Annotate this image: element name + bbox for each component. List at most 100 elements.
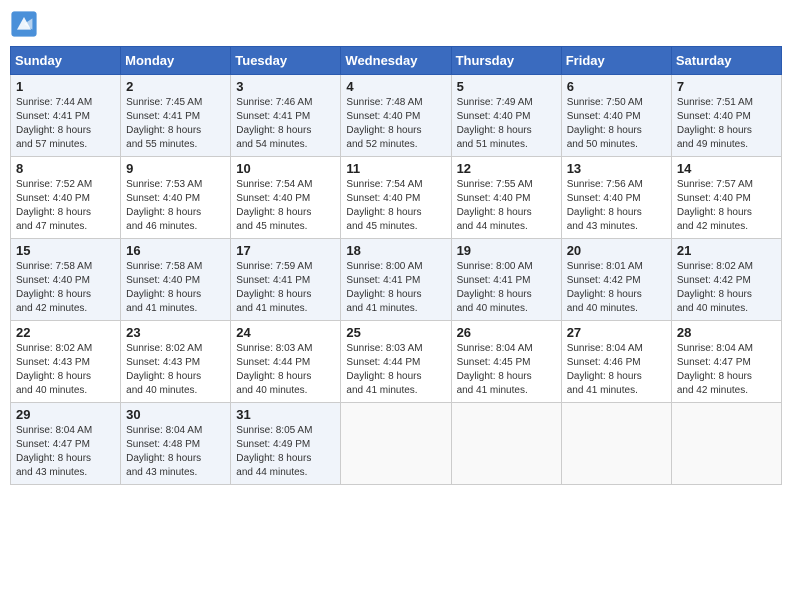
day-info: Sunrise: 8:04 AMSunset: 4:46 PMDaylight:… [567, 342, 666, 398]
day-number: 23 [126, 325, 225, 340]
day-number: 22 [16, 325, 115, 340]
page-header [10, 10, 782, 38]
day-number: 3 [236, 79, 335, 94]
day-info: Sunrise: 8:03 AMSunset: 4:44 PMDaylight:… [236, 342, 335, 398]
day-info: Sunrise: 7:54 AMSunset: 4:40 PMDaylight:… [346, 178, 445, 234]
day-number: 27 [567, 325, 666, 340]
day-info: Sunrise: 7:46 AMSunset: 4:41 PMDaylight:… [236, 96, 335, 152]
header-cell-monday: Monday [121, 47, 231, 75]
calendar-cell-5-2: 30Sunrise: 8:04 AMSunset: 4:48 PMDayligh… [121, 403, 231, 485]
calendar-cell-5-7 [671, 403, 781, 485]
day-number: 9 [126, 161, 225, 176]
calendar-cell-2-7: 14Sunrise: 7:57 AMSunset: 4:40 PMDayligh… [671, 157, 781, 239]
day-number: 31 [236, 407, 335, 422]
day-info: Sunrise: 8:00 AMSunset: 4:41 PMDaylight:… [457, 260, 556, 316]
calendar-cell-3-5: 19 Sunrise: 8:00 AMSunset: 4:41 PMDayligh… [451, 239, 561, 321]
calendar-cell-3-3: 17 Sunrise: 7:59 AMSunset: 4:41 PMDayligh… [231, 239, 341, 321]
day-number: 2 [126, 79, 225, 94]
calendar-cell-2-2: 9 Sunrise: 7:53 AMSunset: 4:40 PMDaylight… [121, 157, 231, 239]
calendar-cell-4-5: 26 Sunrise: 8:04 AMSunset: 4:45 PMDayligh… [451, 321, 561, 403]
calendar-cell-3-6: 20 Sunrise: 8:01 AMSunset: 4:42 PMDayligh… [561, 239, 671, 321]
calendar-cell-4-6: 27 Sunrise: 8:04 AMSunset: 4:46 PMDayligh… [561, 321, 671, 403]
day-info: Sunrise: 8:01 AMSunset: 4:42 PMDaylight:… [567, 260, 666, 316]
calendar-cell-4-3: 24 Sunrise: 8:03 AMSunset: 4:44 PMDayligh… [231, 321, 341, 403]
calendar-cell-3-7: 21 Sunrise: 8:02 AMSunset: 4:42 PMDayligh… [671, 239, 781, 321]
calendar-cell-1-7: 7Sunrise: 7:51 AMSunset: 4:40 PMDaylight… [671, 75, 781, 157]
calendar-cell-5-5 [451, 403, 561, 485]
day-info: Sunrise: 7:54 AMSunset: 4:40 PMDaylight:… [236, 178, 335, 234]
day-number: 21 [677, 243, 776, 258]
day-number: 26 [457, 325, 556, 340]
calendar-body: 1 Sunrise: 7:44 AMSunset: 4:41 PMDaylight… [11, 75, 782, 485]
calendar-week-row-1: 1 Sunrise: 7:44 AMSunset: 4:41 PMDaylight… [11, 75, 782, 157]
calendar-cell-2-1: 8 Sunrise: 7:52 AMSunset: 4:40 PMDaylight… [11, 157, 121, 239]
day-number: 28 [677, 325, 776, 340]
calendar-cell-5-1: 29 Sunrise: 8:04 AMSunset: 4:47 PMDayligh… [11, 403, 121, 485]
header-cell-thursday: Thursday [451, 47, 561, 75]
day-info: Sunrise: 7:56 AMSunset: 4:40 PMDaylight:… [567, 178, 666, 234]
calendar-cell-4-4: 25 Sunrise: 8:03 AMSunset: 4:44 PMDayligh… [341, 321, 451, 403]
day-info: Sunrise: 8:05 AMSunset: 4:49 PMDaylight:… [236, 424, 335, 480]
day-info: Sunrise: 8:02 AMSunset: 4:43 PMDaylight:… [16, 342, 115, 398]
calendar-week-row-2: 8 Sunrise: 7:52 AMSunset: 4:40 PMDaylight… [11, 157, 782, 239]
calendar-cell-4-7: 28 Sunrise: 8:04 AMSunset: 4:47 PMDayligh… [671, 321, 781, 403]
calendar-week-row-4: 22 Sunrise: 8:02 AMSunset: 4:43 PMDayligh… [11, 321, 782, 403]
calendar-week-row-5: 29 Sunrise: 8:04 AMSunset: 4:47 PMDayligh… [11, 403, 782, 485]
day-info: Sunrise: 8:04 AMSunset: 4:48 PMDaylight:… [126, 424, 225, 480]
day-info: Sunrise: 7:49 AMSunset: 4:40 PMDaylight:… [457, 96, 556, 152]
calendar-cell-2-3: 10 Sunrise: 7:54 AMSunset: 4:40 PMDayligh… [231, 157, 341, 239]
day-info: Sunrise: 7:51 AMSunset: 4:40 PMDaylight:… [677, 96, 776, 152]
day-number: 10 [236, 161, 335, 176]
calendar-cell-5-4 [341, 403, 451, 485]
calendar-cell-1-3: 3 Sunrise: 7:46 AMSunset: 4:41 PMDaylight… [231, 75, 341, 157]
calendar-cell-1-2: 2 Sunrise: 7:45 AMSunset: 4:41 PMDaylight… [121, 75, 231, 157]
day-info: Sunrise: 7:52 AMSunset: 4:40 PMDaylight:… [16, 178, 115, 234]
day-info: Sunrise: 8:04 AMSunset: 4:47 PMDaylight:… [16, 424, 115, 480]
calendar-cell-3-2: 16Sunrise: 7:58 AMSunset: 4:40 PMDayligh… [121, 239, 231, 321]
day-number: 8 [16, 161, 115, 176]
day-info: Sunrise: 8:04 AMSunset: 4:45 PMDaylight:… [457, 342, 556, 398]
header-cell-tuesday: Tuesday [231, 47, 341, 75]
header-cell-saturday: Saturday [671, 47, 781, 75]
day-info: Sunrise: 7:58 AMSunset: 4:40 PMDaylight:… [16, 260, 115, 316]
day-number: 29 [16, 407, 115, 422]
calendar-header-row: SundayMondayTuesdayWednesdayThursdayFrid… [11, 47, 782, 75]
calendar-cell-1-6: 6 Sunrise: 7:50 AMSunset: 4:40 PMDaylight… [561, 75, 671, 157]
day-number: 15 [16, 243, 115, 258]
day-number: 19 [457, 243, 556, 258]
day-info: Sunrise: 7:53 AMSunset: 4:40 PMDaylight:… [126, 178, 225, 234]
day-info: Sunrise: 7:57 AMSunset: 4:40 PMDaylight:… [677, 178, 776, 234]
calendar-cell-3-4: 18Sunrise: 8:00 AMSunset: 4:41 PMDayligh… [341, 239, 451, 321]
day-info: Sunrise: 7:50 AMSunset: 4:40 PMDaylight:… [567, 96, 666, 152]
day-number: 18 [346, 243, 445, 258]
calendar-cell-1-4: 4Sunrise: 7:48 AMSunset: 4:40 PMDaylight… [341, 75, 451, 157]
calendar-cell-5-3: 31 Sunrise: 8:05 AMSunset: 4:49 PMDayligh… [231, 403, 341, 485]
day-number: 13 [567, 161, 666, 176]
calendar-cell-1-5: 5 Sunrise: 7:49 AMSunset: 4:40 PMDaylight… [451, 75, 561, 157]
calendar-cell-5-6 [561, 403, 671, 485]
day-number: 20 [567, 243, 666, 258]
day-number: 17 [236, 243, 335, 258]
day-number: 12 [457, 161, 556, 176]
day-number: 25 [346, 325, 445, 340]
calendar-cell-2-4: 11 Sunrise: 7:54 AMSunset: 4:40 PMDayligh… [341, 157, 451, 239]
day-info: Sunrise: 7:59 AMSunset: 4:41 PMDaylight:… [236, 260, 335, 316]
calendar-cell-3-1: 15 Sunrise: 7:58 AMSunset: 4:40 PMDayligh… [11, 239, 121, 321]
day-info: Sunrise: 8:04 AMSunset: 4:47 PMDaylight:… [677, 342, 776, 398]
day-info: Sunrise: 8:02 AMSunset: 4:42 PMDaylight:… [677, 260, 776, 316]
day-info: Sunrise: 7:55 AMSunset: 4:40 PMDaylight:… [457, 178, 556, 234]
day-number: 24 [236, 325, 335, 340]
day-info: Sunrise: 7:44 AMSunset: 4:41 PMDaylight:… [16, 96, 115, 152]
day-info: Sunrise: 7:48 AMSunset: 4:40 PMDaylight:… [346, 96, 445, 152]
header-cell-wednesday: Wednesday [341, 47, 451, 75]
calendar-cell-1-1: 1 Sunrise: 7:44 AMSunset: 4:41 PMDaylight… [11, 75, 121, 157]
day-number: 11 [346, 161, 445, 176]
day-info: Sunrise: 8:03 AMSunset: 4:44 PMDaylight:… [346, 342, 445, 398]
day-info: Sunrise: 8:02 AMSunset: 4:43 PMDaylight:… [126, 342, 225, 398]
header-cell-friday: Friday [561, 47, 671, 75]
day-info: Sunrise: 7:45 AMSunset: 4:41 PMDaylight:… [126, 96, 225, 152]
day-number: 16 [126, 243, 225, 258]
day-number: 1 [16, 79, 115, 94]
day-number: 5 [457, 79, 556, 94]
day-number: 6 [567, 79, 666, 94]
